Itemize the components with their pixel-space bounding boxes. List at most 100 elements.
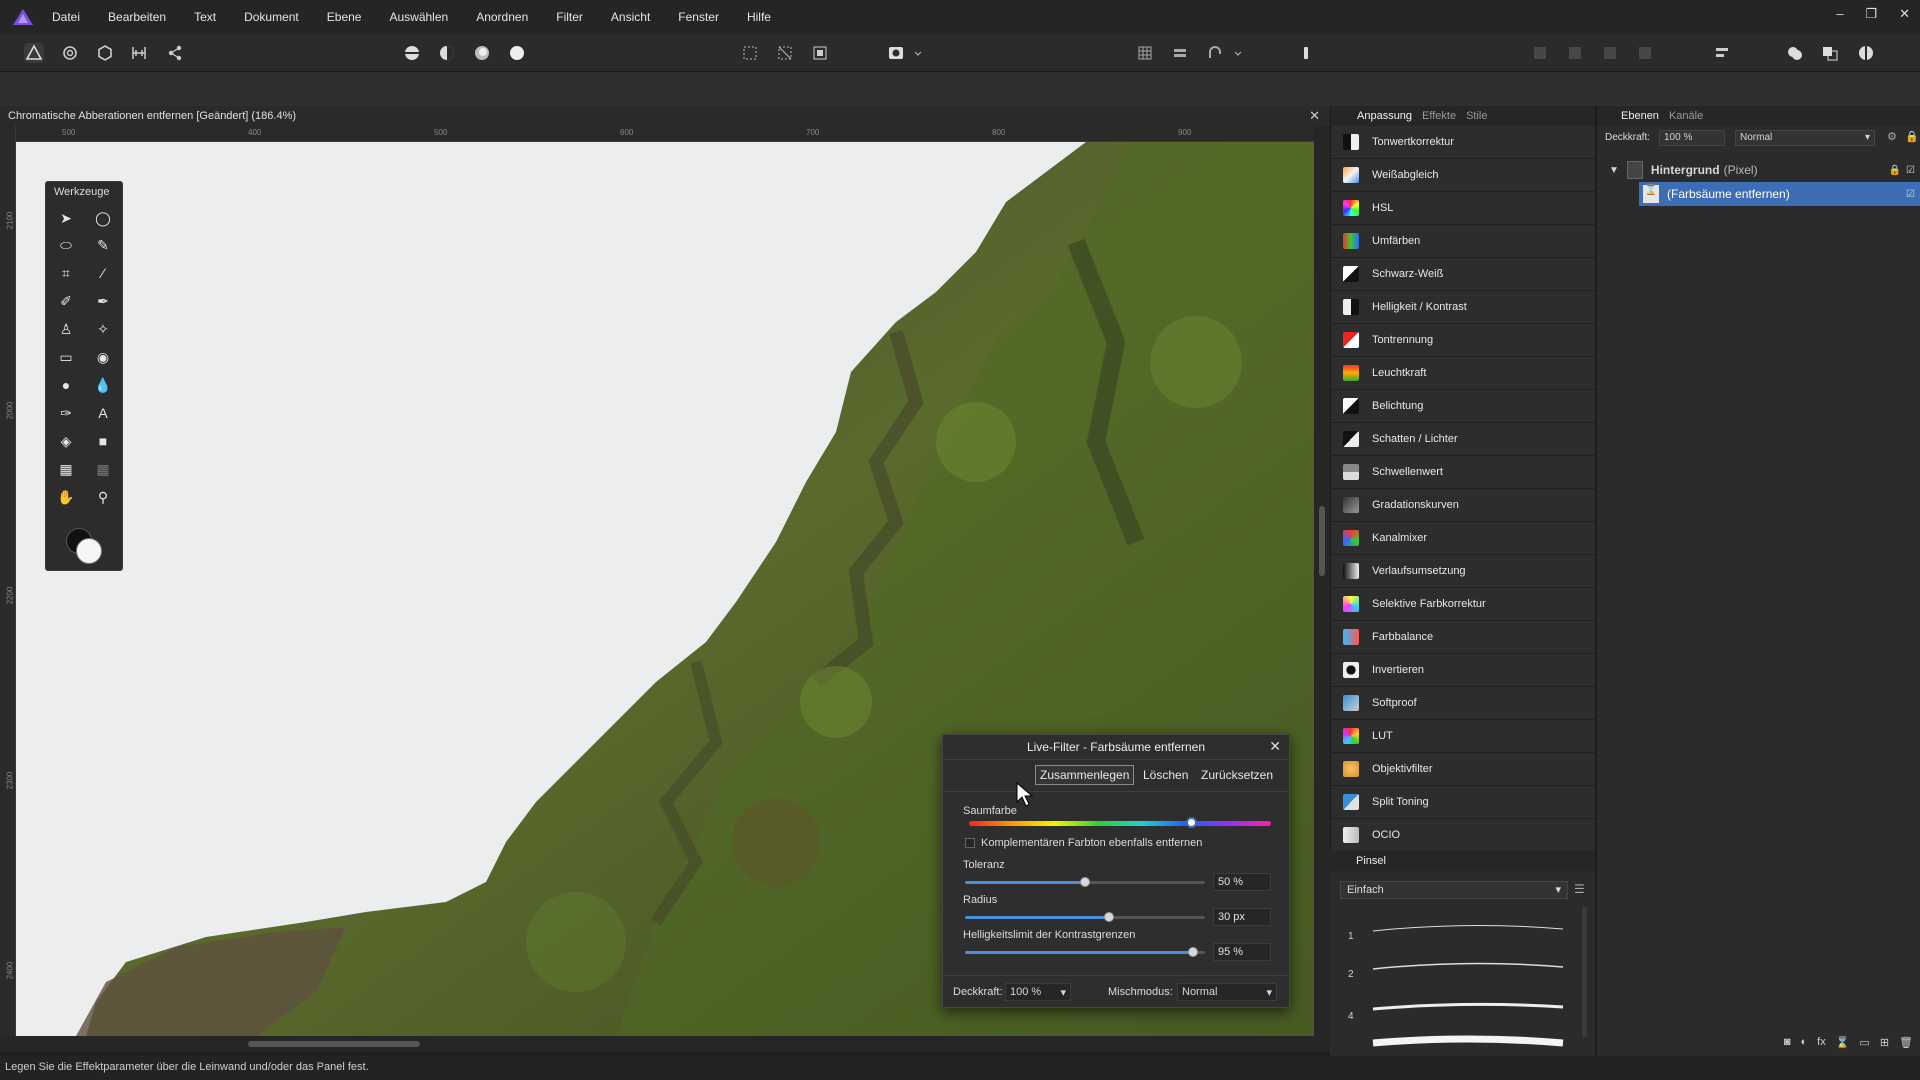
layer-row-hintergrund[interactable]: ▼ Hintergrund (Pixel) 🔒 ☑ bbox=[1597, 158, 1920, 182]
zoom-tool-icon[interactable]: ⚲ bbox=[92, 486, 114, 508]
lock-icon[interactable]: 🔒 bbox=[1905, 130, 1919, 143]
slider-knob[interactable] bbox=[1188, 947, 1198, 957]
pixel-brush-icon[interactable]: ✒ bbox=[92, 290, 114, 312]
slider-knob[interactable] bbox=[1080, 877, 1090, 887]
clone-stamp-icon[interactable]: ♙ bbox=[55, 318, 77, 340]
quick-mask-icon[interactable] bbox=[886, 43, 906, 63]
boolean-add-icon[interactable] bbox=[1785, 43, 1805, 63]
align-objects-icon[interactable] bbox=[1712, 43, 1732, 63]
adjustment-item-gradationskurven[interactable]: Gradationskurven bbox=[1331, 489, 1595, 522]
auto-white-balance-icon[interactable] bbox=[507, 43, 527, 63]
vertical-scroll-thumb[interactable] bbox=[1319, 506, 1325, 576]
adjustment-item-kanalmixer[interactable]: Kanalmixer bbox=[1331, 522, 1595, 555]
red-eye-icon[interactable]: ◉ bbox=[92, 346, 114, 368]
adjustment-item-invertieren[interactable]: Invertieren bbox=[1331, 654, 1595, 687]
add-layer-icon[interactable]: ⊞ bbox=[1880, 1036, 1889, 1056]
boolean-intersect-icon[interactable] bbox=[1856, 43, 1876, 63]
auto-colors-icon[interactable] bbox=[472, 43, 492, 63]
radius-slider[interactable] bbox=[965, 912, 1205, 922]
dialog-opacity-field[interactable]: 100 % ▾ bbox=[1005, 983, 1071, 1001]
tab-ebenen[interactable]: Ebenen bbox=[1621, 110, 1659, 122]
eyedropper-icon[interactable]: ⁄ bbox=[92, 262, 114, 284]
auto-levels-icon[interactable] bbox=[402, 43, 422, 63]
adjustment-item-softproof[interactable]: Softproof bbox=[1331, 687, 1595, 720]
mesh-warp-icon[interactable]: ▦ bbox=[55, 458, 77, 480]
tab-anpassung[interactable]: Anpassung bbox=[1357, 110, 1412, 122]
tolerance-slider[interactable] bbox=[965, 877, 1205, 887]
menu-hilfe[interactable]: Hilfe bbox=[747, 10, 771, 24]
slider-knob[interactable] bbox=[1104, 912, 1114, 922]
layer-opacity-field[interactable]: 100 % bbox=[1659, 130, 1725, 146]
blur-icon[interactable]: 💧 bbox=[92, 374, 114, 396]
menu-auswaehlen[interactable]: Auswählen bbox=[389, 10, 448, 24]
hue-slider[interactable] bbox=[969, 817, 1271, 828]
adjustment-item-farbbalance[interactable]: Farbbalance bbox=[1331, 621, 1595, 654]
tab-stile[interactable]: Stile bbox=[1466, 110, 1487, 122]
hand-tool-icon[interactable]: ✋ bbox=[55, 486, 77, 508]
menu-dokument[interactable]: Dokument bbox=[244, 10, 299, 24]
healing-brush-icon[interactable]: ✧ bbox=[92, 318, 114, 340]
crop-tool-icon[interactable]: ⌗ bbox=[55, 262, 77, 284]
adjustment-item-schwellenwert[interactable]: Schwellenwert bbox=[1331, 456, 1595, 489]
brightness-limit-field[interactable]: 95 % bbox=[1213, 943, 1271, 961]
brush-menu-icon[interactable]: ☰ bbox=[1574, 882, 1585, 896]
eraser-icon[interactable]: ▭ bbox=[55, 346, 77, 368]
lasso-tool-icon[interactable]: ◯ bbox=[92, 207, 114, 229]
menu-anordnen[interactable]: Anordnen bbox=[476, 10, 528, 24]
align-icon[interactable] bbox=[1170, 43, 1190, 63]
close-dialog-icon[interactable]: ✕ bbox=[1269, 738, 1281, 755]
radius-field[interactable]: 30 px bbox=[1213, 908, 1271, 926]
horizontal-scrollbar[interactable] bbox=[0, 1036, 1330, 1052]
brush-scrollbar[interactable] bbox=[1582, 907, 1587, 1037]
adjustment-item-objektivfilter[interactable]: Objektivfilter bbox=[1331, 753, 1595, 786]
tab-kanaele[interactable]: Kanäle bbox=[1669, 110, 1703, 122]
pen-tool-icon[interactable]: ✑ bbox=[55, 402, 77, 424]
deselect-icon[interactable] bbox=[810, 43, 830, 63]
paint-brush-icon[interactable]: ✐ bbox=[55, 290, 77, 312]
visibility-checkbox[interactable]: ☑ bbox=[1906, 189, 1915, 200]
vertical-scrollbar[interactable] bbox=[1314, 126, 1330, 1036]
complementary-checkbox[interactable] bbox=[965, 838, 975, 848]
arrange-forward-icon[interactable] bbox=[1600, 43, 1620, 63]
tone-mapping-persona-icon[interactable] bbox=[129, 43, 149, 63]
layer-row-farbsaeume[interactable]: ⌛ (Farbsäume entfernen) ☑ bbox=[1639, 182, 1920, 206]
arrange-front-icon[interactable] bbox=[1635, 43, 1655, 63]
adjustment-item-helligkeit-kontrast[interactable]: Helligkeit / Kontrast bbox=[1331, 291, 1595, 324]
fill-tool-icon[interactable]: ◈ bbox=[55, 430, 77, 452]
tab-effekte[interactable]: Effekte bbox=[1422, 110, 1456, 122]
photo-persona-icon[interactable] bbox=[24, 43, 44, 63]
adjustment-icon[interactable]: ◐ bbox=[1800, 1036, 1807, 1056]
delete-button[interactable]: Löschen bbox=[1139, 765, 1192, 785]
menu-bearbeiten[interactable]: Bearbeiten bbox=[108, 10, 166, 24]
merge-button[interactable]: Zusammenlegen bbox=[1035, 765, 1135, 785]
boolean-subtract-icon[interactable] bbox=[1820, 43, 1840, 63]
expand-triangle-icon[interactable]: ▼ bbox=[1609, 165, 1619, 176]
chevron-down-icon[interactable] bbox=[1232, 43, 1244, 63]
menu-datei[interactable]: Datei bbox=[52, 10, 80, 24]
dodge-icon[interactable]: ● bbox=[55, 374, 77, 396]
grid-icon[interactable] bbox=[1135, 43, 1155, 63]
perspective-icon[interactable]: ▦ bbox=[92, 458, 114, 480]
snapping-icon[interactable] bbox=[1205, 43, 1225, 63]
horizontal-scroll-thumb[interactable] bbox=[248, 1041, 420, 1047]
adjustment-item-selektive-farbkorrektur[interactable]: Selektive Farbkorrektur bbox=[1331, 588, 1595, 621]
menu-ebene[interactable]: Ebene bbox=[327, 10, 362, 24]
menu-text[interactable]: Text bbox=[194, 10, 216, 24]
assistant-icon[interactable] bbox=[1296, 43, 1316, 63]
document-tab[interactable]: Chromatische Abberationen entfernen [Geä… bbox=[0, 106, 1330, 126]
reset-button[interactable]: Zurücksetzen bbox=[1197, 765, 1277, 785]
selection-brush-icon[interactable]: ✎ bbox=[92, 234, 114, 256]
menu-fenster[interactable]: Fenster bbox=[678, 10, 719, 24]
gear-icon[interactable]: ⚙ bbox=[1887, 130, 1897, 143]
dialog-blend-select[interactable]: Normal ▾ bbox=[1177, 983, 1277, 1001]
adjustment-item-belichtung[interactable]: Belichtung bbox=[1331, 390, 1595, 423]
invert-selection-icon[interactable] bbox=[775, 43, 795, 63]
adjustment-item-schatten-lichter[interactable]: Schatten / Lichter bbox=[1331, 423, 1595, 456]
brush-category-select[interactable]: Einfach ▾ bbox=[1340, 881, 1568, 899]
adjustment-item-verlaufsumsetzung[interactable]: Verlaufsumsetzung bbox=[1331, 555, 1595, 588]
liquify-persona-icon[interactable] bbox=[60, 43, 80, 63]
layer-blend-mode-select[interactable]: Normal ▾ bbox=[1735, 130, 1875, 146]
ellipse-selection-icon[interactable]: ⬭ bbox=[55, 234, 77, 256]
secondary-color-swatch[interactable] bbox=[76, 538, 102, 564]
tolerance-field[interactable]: 50 % bbox=[1213, 873, 1271, 891]
